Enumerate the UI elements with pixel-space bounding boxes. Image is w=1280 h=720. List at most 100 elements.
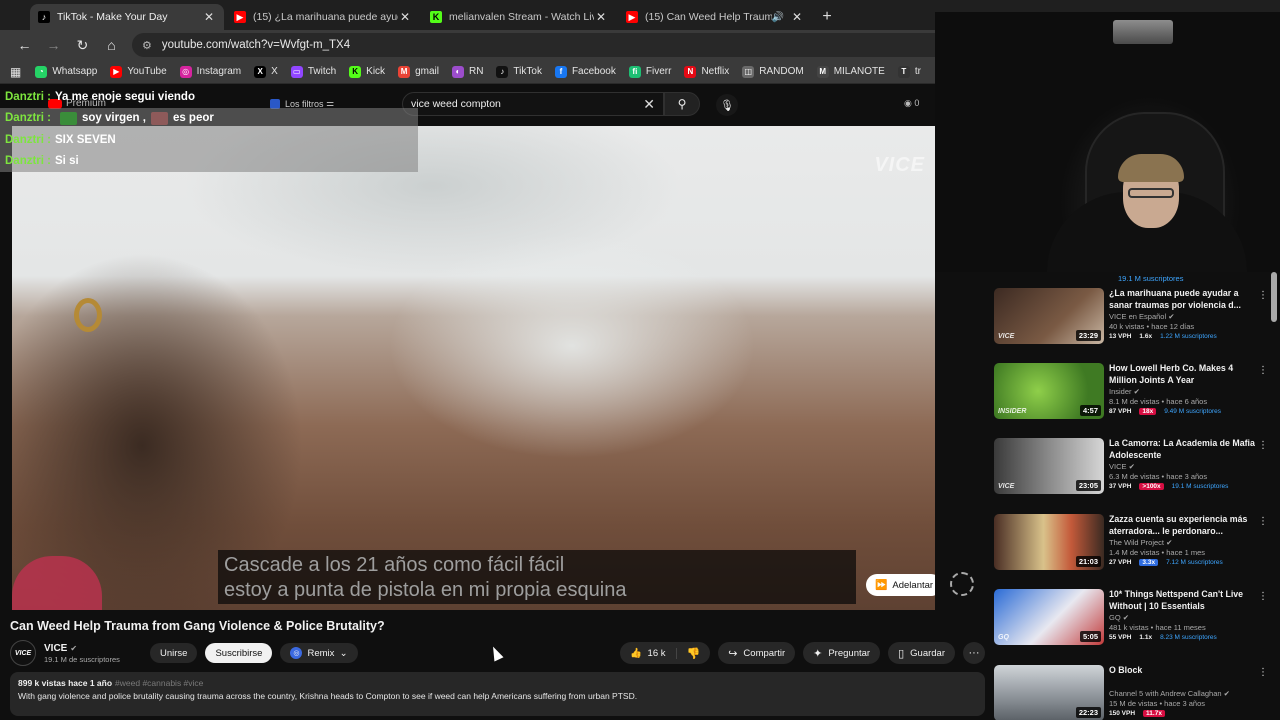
bookmark-youtube[interactable]: ▶ YouTube (110, 65, 167, 78)
channel-name[interactable]: The Wild Project ✔ (1109, 538, 1259, 547)
more-options-icon[interactable]: ⋮ (1258, 667, 1268, 678)
thumbnail-logo: GQ (998, 634, 1009, 641)
home-icon[interactable]: ⌂ (97, 37, 126, 53)
site-settings-icon[interactable]: ⚙ (142, 39, 152, 52)
channel-name[interactable]: VICE ✔ (44, 643, 142, 654)
more-options-icon[interactable]: ⋮ (1258, 516, 1268, 527)
channel-avatar[interactable]: VICE (10, 640, 36, 666)
subscribe-watermark-icon[interactable] (950, 572, 974, 596)
subscribe-button[interactable]: Suscribirse (205, 643, 273, 663)
video-thumbnail[interactable]: 21:03 (994, 514, 1104, 570)
video-thumbnail[interactable]: GQ 5:05 (994, 589, 1104, 645)
search-input[interactable]: vice weed compton ✕ (402, 92, 664, 116)
multiplier-badge: 18x (1139, 408, 1157, 415)
bookmark-label: tr (914, 66, 921, 77)
speaker-icon[interactable]: 🔊 (772, 12, 784, 23)
bookmark-label: MILANOTE (833, 66, 885, 77)
save-button[interactable]: ▯ Guardar (888, 642, 955, 664)
bookmark-kick[interactable]: K Kick (349, 65, 385, 78)
close-tab-icon[interactable]: ✕ (790, 10, 804, 24)
video-title[interactable]: Zazza cuenta su experiencia más aterrado… (1109, 514, 1259, 537)
like-button[interactable]: 👍 16 k (620, 647, 677, 659)
description-box[interactable]: 899 k vistas hace 1 año #weed #cannabis #… (10, 672, 985, 716)
bookmark-instagram[interactable]: ◎ Instagram (179, 65, 241, 78)
channel-name[interactable]: GQ ✔ (1109, 613, 1259, 622)
tiktok-icon: ♪ (496, 65, 509, 78)
video-thumbnail[interactable]: 22:23 (994, 665, 1104, 720)
close-tab-icon[interactable]: ✕ (202, 10, 216, 24)
video-title[interactable]: La Camorra: La Academia de Mafia Adolesc… (1109, 438, 1259, 461)
video-title[interactable]: O Block (1109, 665, 1259, 688)
close-tab-icon[interactable]: ✕ (398, 10, 412, 24)
channel-info: VICE ✔ 19.1 M de suscriptores (44, 643, 142, 664)
dislike-button[interactable]: 👎 (677, 647, 711, 660)
views-and-age: 8.1 M de vistas • hace 6 años (1109, 397, 1208, 406)
bookmark-tr[interactable]: Ttr (897, 65, 921, 78)
video-title[interactable]: ¿La marihuana puede ayudar a sanar traum… (1109, 288, 1259, 311)
ask-button[interactable]: ✦ Preguntar (803, 642, 881, 664)
related-video-item[interactable]: 21:03 Zazza cuenta su experiencia más at… (994, 514, 1274, 570)
emote-icon (60, 111, 78, 125)
subtitle-line-2: estoy a punta de pistola en mi propia es… (224, 579, 627, 601)
related-video-item[interactable]: 22:23 O Block Channel 5 with Andrew Call… (994, 665, 1274, 720)
bookmark-facebook[interactable]: f Facebook (554, 65, 616, 78)
vph-badge: 150 VPH (1109, 710, 1136, 717)
video-title[interactable]: 10* Things Nettspend Can't Live Without … (1109, 589, 1259, 612)
related-video-item[interactable]: INSIDER 4:57 How Lowell Herb Co. Makes 4… (994, 363, 1274, 419)
hashtags[interactable]: #weed #cannabis #vice (115, 678, 203, 688)
bookmark-tiktok[interactable]: ♪ TikTok (496, 65, 542, 78)
share-button[interactable]: ↪ Compartir (718, 642, 796, 664)
bookmark-random[interactable]: ◫ RANDOM (742, 65, 804, 78)
channel-name[interactable]: VICE en Español ✔ (1109, 312, 1259, 321)
clear-search-icon[interactable]: ✕ (643, 96, 655, 113)
chat-username: Danztri : (5, 133, 52, 146)
reload-icon[interactable]: ↻ (68, 37, 97, 54)
more-options-icon[interactable]: ⋮ (1258, 290, 1268, 301)
close-tab-icon[interactable]: ✕ (594, 10, 608, 24)
bookmark-rn[interactable]: ◐ RN (451, 65, 483, 78)
remix-button[interactable]: ◎ Remix ⌄ (280, 643, 358, 663)
channel-subscribers: 19.1 M suscriptores (1171, 483, 1229, 490)
bookmark-x[interactable]: XX (254, 65, 278, 78)
channel-name[interactable]: Channel 5 with Andrew Callaghan ✔ (1109, 689, 1259, 698)
verified-check-icon: ✔ (1223, 689, 1230, 698)
channel-name[interactable]: Insider ✔ (1109, 387, 1259, 396)
new-tab-plus-icon[interactable]: + (814, 4, 840, 30)
microphone-icon[interactable]: 🎙 (716, 94, 738, 116)
apps-grid-icon[interactable]: ▦ (10, 65, 21, 79)
back-arrow-icon[interactable]: ← (10, 37, 39, 53)
channel-name[interactable]: VICE ✔ (1109, 462, 1259, 471)
browser-tab-1[interactable]: ♪ TikTok - Make Your Day ✕ (30, 4, 224, 30)
video-player[interactable]: VICE Cascade a los 21 años como fácil fá… (12, 126, 935, 610)
bookmark-netflix[interactable]: N Netflix (684, 65, 729, 78)
skip-forward-button[interactable]: ⏩ Adelantar (866, 574, 935, 596)
address-bar[interactable]: ⚙ youtube.com/watch?v=Wvfgt-m_TX4 (132, 33, 952, 57)
related-video-item[interactable]: VICE 23:29 ¿La marihuana puede ayudar a … (994, 288, 1274, 344)
join-button[interactable]: Unirse (150, 643, 198, 663)
more-options-icon[interactable]: ⋮ (1258, 365, 1268, 376)
video-thumbnail[interactable]: VICE 23:29 (994, 288, 1104, 344)
browser-tab-4[interactable]: ▶ (15) Can Weed Help Trauma 🔊 ✕ (618, 4, 812, 30)
more-options-icon[interactable]: ⋮ (1258, 591, 1268, 602)
youtube-favicon-icon: ▶ (234, 11, 246, 23)
partial-subscribers: 19.1 M suscriptores (1118, 274, 1184, 283)
sidebar-scrollbar[interactable] (1271, 272, 1277, 322)
bookmark-fiverr[interactable]: fi Fiverr (628, 65, 671, 78)
bookmark-whatsapp[interactable]: ◔ Whatsapp (35, 65, 97, 78)
bookmark-milanote[interactable]: M MILANOTE (816, 65, 885, 78)
video-thumbnail[interactable]: INSIDER 4:57 (994, 363, 1104, 419)
search-icon[interactable]: ⚲ (664, 92, 700, 116)
description-text: With gang violence and police brutality … (18, 691, 638, 701)
browser-tab-3[interactable]: K melianvalen Stream - Watch Liv ✕ (422, 4, 616, 30)
video-title[interactable]: How Lowell Herb Co. Makes 4 Million Join… (1109, 363, 1259, 386)
bookmark-twitch[interactable]: ▭ Twitch (290, 65, 336, 78)
browser-tab-2[interactable]: ▶ (15) ¿La marihuana puede ayud ✕ (226, 4, 420, 30)
related-video-item[interactable]: VICE 23:05 La Camorra: La Academia de Ma… (994, 438, 1274, 494)
forward-arrow-icon[interactable]: → (39, 37, 68, 53)
bookmark-gmail[interactable]: Mgmail (398, 65, 439, 78)
related-video-item[interactable]: GQ 5:05 10* Things Nettspend Can't Live … (994, 589, 1274, 645)
milanote-icon: M (816, 65, 829, 78)
more-options-icon[interactable]: ⋮ (1258, 440, 1268, 451)
video-thumbnail[interactable]: VICE 23:05 (994, 438, 1104, 494)
more-options-icon[interactable]: ··· (963, 642, 985, 664)
